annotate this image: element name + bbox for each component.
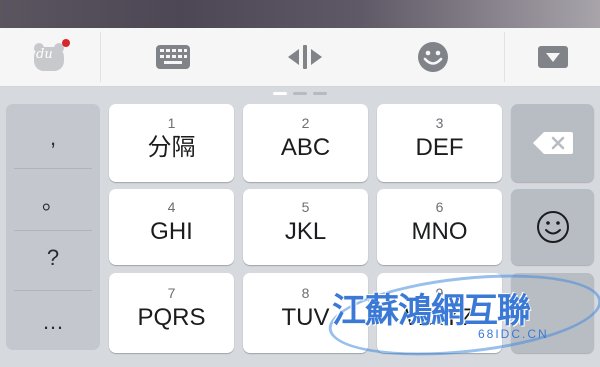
key-label: WXYZ [404, 304, 475, 331]
backspace-icon [532, 132, 573, 154]
key-number: 4 [167, 199, 176, 215]
key-label: JKL [284, 218, 327, 245]
key-number: 3 [435, 115, 444, 131]
key-label: GHI [150, 218, 193, 245]
key-8[interactable]: 8 TUV [243, 273, 368, 353]
punct-comma-key[interactable]: , [6, 108, 100, 168]
punct-period-key[interactable]: 。 [6, 170, 100, 230]
collapse-keyboard-button[interactable] [505, 28, 600, 86]
emoticon-key[interactable] [511, 189, 594, 265]
key-2[interactable]: 2 ABC [243, 104, 368, 182]
key-number: 6 [435, 199, 444, 215]
key-1[interactable]: 1 分隔 [109, 104, 234, 182]
key-number: 9 [435, 285, 444, 301]
page-dot [313, 91, 327, 95]
baidu-logo-button[interactable]: du [0, 28, 100, 86]
punct-ellipsis-key[interactable]: … [6, 292, 100, 350]
key-number: 2 [301, 115, 310, 131]
page-indicator [0, 87, 600, 99]
key-5[interactable]: 5 JKL [243, 189, 368, 265]
collapse-keyboard-icon [537, 46, 568, 68]
key-number: 1 [167, 115, 176, 131]
key-7[interactable]: 7 PQRS [109, 273, 234, 353]
key-label: ABC [280, 134, 331, 161]
logo-text: du [36, 47, 53, 62]
punct-divider [14, 168, 92, 169]
keyboard-icon [155, 45, 190, 69]
page-dot [293, 91, 307, 95]
punct-divider [14, 290, 92, 291]
key-label: DEF [415, 134, 464, 161]
key-3[interactable]: 3 DEF [377, 104, 502, 182]
keyboard-switch-button[interactable] [100, 28, 245, 86]
key-label: MNO [411, 218, 468, 245]
cursor-move-icon [288, 45, 322, 69]
key-label: TUV [281, 304, 330, 331]
app-content-top [0, 0, 600, 28]
function-key[interactable] [511, 273, 594, 353]
page-dot [273, 91, 287, 95]
emoji-button[interactable] [365, 28, 500, 86]
punctuation-column[interactable]: , 。 ? … [6, 104, 100, 350]
key-6[interactable]: 6 MNO [377, 189, 502, 265]
key-number: 8 [301, 285, 310, 301]
backspace-key[interactable] [511, 104, 594, 182]
keyboard-toolbar: du [0, 28, 600, 87]
key-number: 5 [301, 199, 310, 215]
emoji-icon [417, 42, 448, 72]
key-label: 分隔 [147, 134, 196, 161]
key-9[interactable]: 9 WXYZ [377, 273, 502, 353]
key-number: 7 [167, 285, 176, 301]
smiley-outline-icon [536, 211, 569, 243]
key-4[interactable]: 4 GHI [109, 189, 234, 265]
key-label: PQRS [137, 304, 206, 331]
cursor-move-button[interactable] [245, 28, 365, 86]
punct-question-key[interactable]: ? [6, 228, 100, 288]
